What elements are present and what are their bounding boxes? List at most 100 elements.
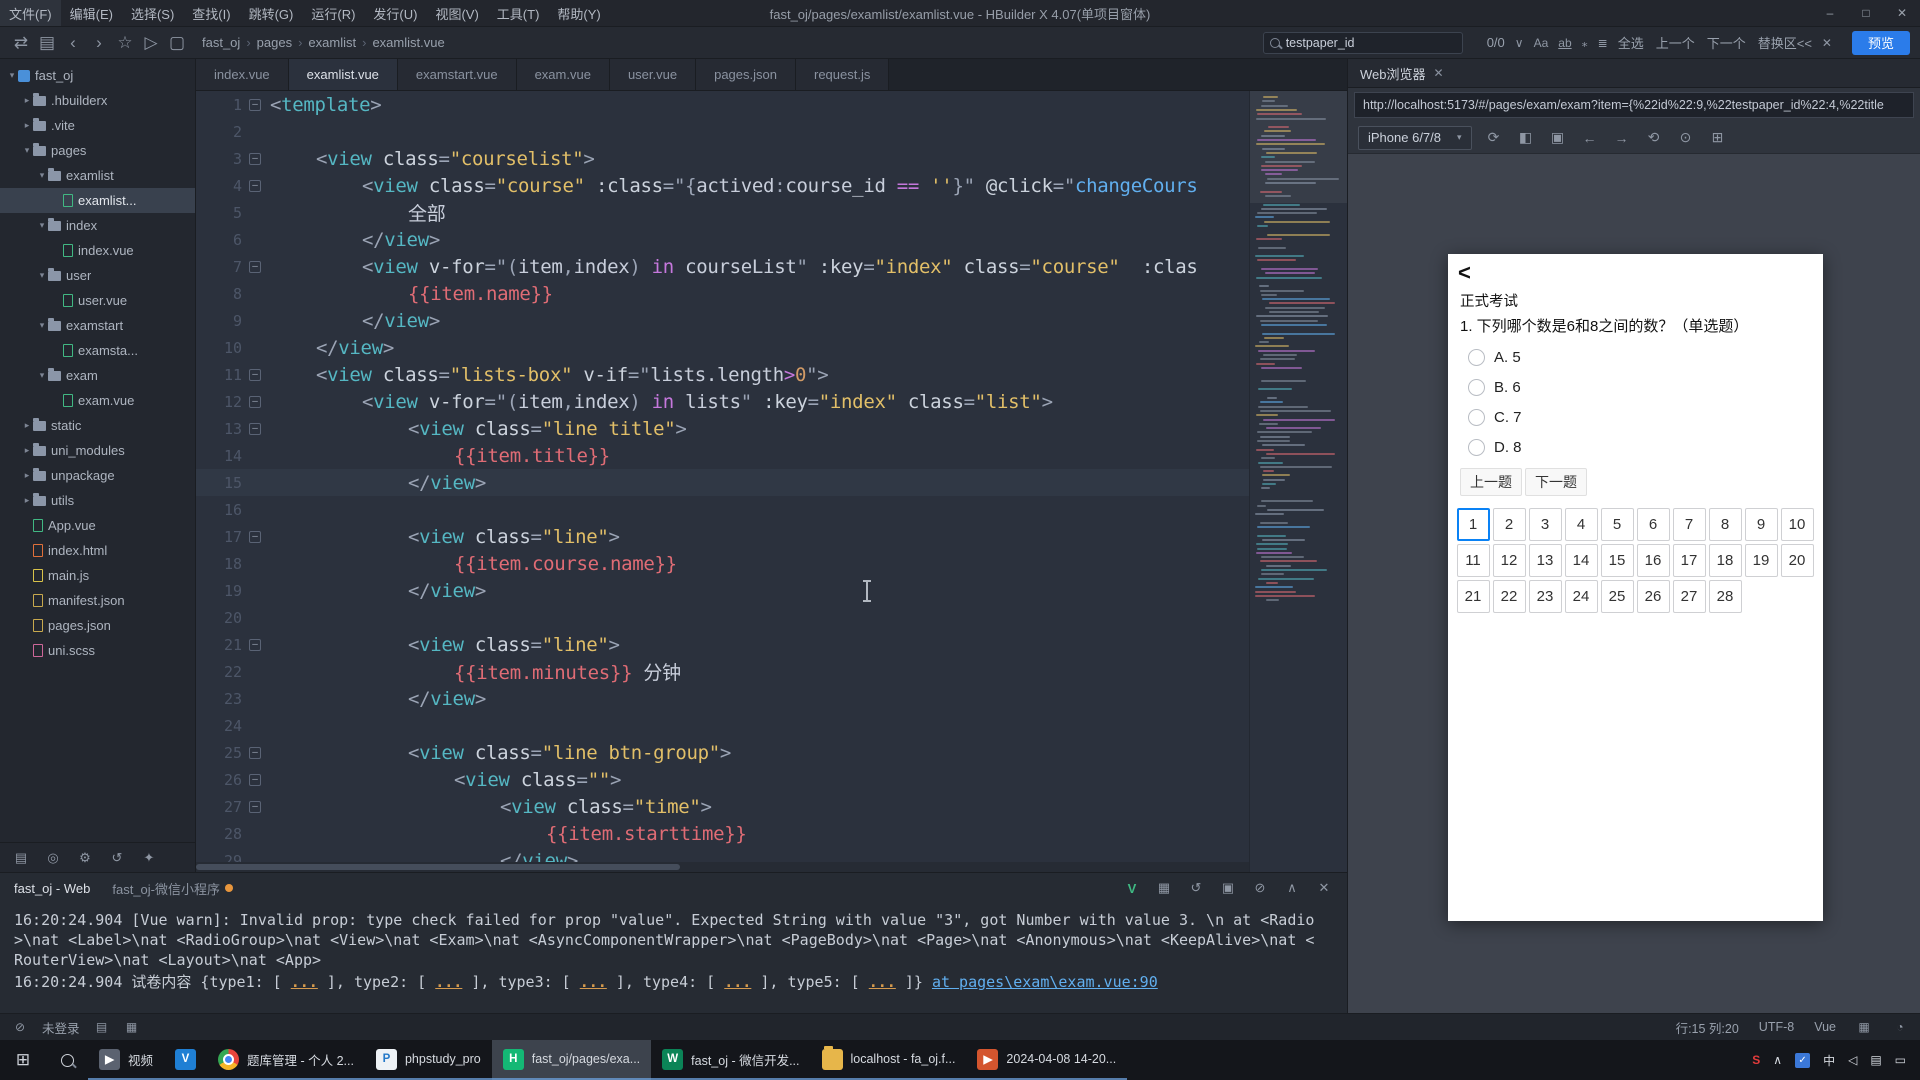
- taskbar-app-button[interactable]: Hfast_oj/pages/exa...: [491, 1040, 652, 1080]
- battery-icon[interactable]: ▭: [1895, 1053, 1906, 1067]
- tree-arrow-icon[interactable]: ▸: [21, 95, 33, 106]
- taskbar-app-button[interactable]: Pphpstudy_pro: [364, 1040, 492, 1080]
- taskbar-app-button[interactable]: ▶ 视频: [88, 1040, 165, 1080]
- console-toggle-icon[interactable]: ▤: [94, 1019, 110, 1035]
- fold-icon[interactable]: –: [249, 179, 261, 192]
- collapse-icon[interactable]: ∧: [1283, 879, 1301, 897]
- breadcrumb-item[interactable]: examlist: [308, 35, 356, 50]
- code-line[interactable]: 26– <view class="">: [196, 766, 1249, 793]
- file-encoding[interactable]: UTF-8: [1759, 1020, 1794, 1034]
- code-line[interactable]: 11– <view class="lists-box" v-if="lists.l…: [196, 361, 1249, 388]
- tree-item[interactable]: user.vue: [0, 288, 195, 313]
- question-number-cell[interactable]: 2: [1492, 507, 1526, 541]
- code-editor[interactable]: 1– <template> 2 3– <view class="courselist">…: [196, 91, 1249, 872]
- prev-question-button[interactable]: 上一题: [1460, 468, 1522, 496]
- question-number-cell[interactable]: 7: [1672, 507, 1706, 541]
- nav-forward-icon[interactable]: ›: [88, 32, 110, 54]
- code-line[interactable]: 2: [196, 118, 1249, 145]
- source-link[interactable]: at pages\exam\exam.vue:90: [932, 973, 1158, 991]
- editor-tab[interactable]: examlist.vue: [288, 59, 398, 90]
- next-question-button[interactable]: 下一题: [1525, 468, 1587, 496]
- devtools-icon[interactable]: ◧: [1516, 128, 1536, 148]
- close-icon[interactable]: ✕: [1884, 0, 1920, 26]
- editor-tab[interactable]: pages.json: [696, 59, 796, 90]
- layout-icon[interactable]: ▦: [124, 1019, 140, 1035]
- question-number-cell[interactable]: 15: [1600, 543, 1634, 577]
- tree-item[interactable]: index.html: [0, 538, 195, 563]
- fold-icon[interactable]: –: [249, 152, 261, 165]
- close-icon[interactable]: ✕: [1315, 879, 1333, 897]
- run-icon[interactable]: ▷: [140, 32, 162, 54]
- tree-arrow-icon[interactable]: ▾: [6, 70, 18, 81]
- tree-arrow-icon[interactable]: ▾: [21, 145, 33, 156]
- project-list-icon[interactable]: ▤: [12, 849, 30, 867]
- breadcrumb-item[interactable]: fast_oj: [202, 35, 240, 50]
- tree-arrow-icon[interactable]: ▾: [36, 320, 48, 331]
- nav-back-icon[interactable]: ‹: [62, 32, 84, 54]
- menubar-item[interactable]: 查找(I): [183, 0, 239, 26]
- question-number-cell[interactable]: 28: [1708, 579, 1742, 613]
- tree-arrow-icon[interactable]: ▾: [36, 220, 48, 231]
- question-number-cell[interactable]: 22: [1492, 579, 1526, 613]
- question-number-cell[interactable]: 13: [1528, 543, 1562, 577]
- code-line[interactable]: 6 </view>: [196, 226, 1249, 253]
- question-number-cell[interactable]: 24: [1564, 579, 1598, 613]
- find-action-button[interactable]: 全选: [1618, 33, 1644, 52]
- tree-item[interactable]: ▸ unpackage: [0, 463, 195, 488]
- regex-icon[interactable]: ⁎: [1582, 36, 1588, 50]
- apps-icon[interactable]: ⊞: [1708, 128, 1728, 148]
- expand-link[interactable]: ...: [435, 973, 462, 991]
- code-line[interactable]: 1– <template>: [196, 91, 1249, 118]
- tree-item[interactable]: ▾ index: [0, 213, 195, 238]
- menubar-item[interactable]: 工具(T): [488, 0, 549, 26]
- file-switch-icon[interactable]: ⇄: [10, 32, 32, 54]
- code-line[interactable]: 24: [196, 712, 1249, 739]
- question-number-cell[interactable]: 14: [1564, 543, 1598, 577]
- find-close-icon[interactable]: ✕: [1822, 36, 1832, 50]
- browser-tab[interactable]: Web浏览器 ✕: [1360, 64, 1444, 83]
- tree-item[interactable]: ▾ examlist: [0, 163, 195, 188]
- tray-expand-icon[interactable]: ∧: [1773, 1053, 1782, 1067]
- question-number-cell[interactable]: 16: [1636, 543, 1670, 577]
- lock-icon[interactable]: ⊙: [1676, 128, 1696, 148]
- bookmark-icon[interactable]: ☆: [114, 32, 136, 54]
- back-icon[interactable]: ←: [1580, 128, 1600, 148]
- split-icon[interactable]: ▦: [1155, 879, 1173, 897]
- chevron-down-icon[interactable]: ∨: [1515, 36, 1524, 50]
- code-line[interactable]: 21– <view class="line">: [196, 631, 1249, 658]
- code-line[interactable]: 16: [196, 496, 1249, 523]
- tree-item[interactable]: ▾ pages: [0, 138, 195, 163]
- tree-item[interactable]: ▸ utils: [0, 488, 195, 513]
- breadcrumb-item[interactable]: pages: [257, 35, 292, 50]
- code-line[interactable]: 23 </view>: [196, 685, 1249, 712]
- code-line[interactable]: 3– <view class="courselist">: [196, 145, 1249, 172]
- tree-arrow-icon[interactable]: ▸: [21, 495, 33, 506]
- file-language[interactable]: Vue: [1814, 1020, 1836, 1034]
- menubar-item[interactable]: 发行(U): [364, 0, 426, 26]
- save-icon[interactable]: ▤: [36, 32, 58, 54]
- tree-arrow-icon[interactable]: ▸: [21, 470, 33, 481]
- question-number-cell[interactable]: 27: [1672, 579, 1706, 613]
- menubar-item[interactable]: 选择(S): [122, 0, 183, 26]
- question-number-cell[interactable]: 26: [1636, 579, 1670, 613]
- question-number-cell[interactable]: 25: [1600, 579, 1634, 613]
- notification-icon[interactable]: ◔: [1892, 1019, 1908, 1035]
- question-number-cell[interactable]: 9: [1744, 507, 1778, 541]
- question-number-cell[interactable]: 5: [1600, 507, 1634, 541]
- question-number-cell[interactable]: 12: [1492, 543, 1526, 577]
- tree-arrow-icon[interactable]: ▾: [36, 170, 48, 181]
- clear-icon[interactable]: ⊘: [1251, 879, 1269, 897]
- question-number-cell[interactable]: 21: [1456, 579, 1490, 613]
- question-number-cell[interactable]: 23: [1528, 579, 1562, 613]
- history-icon[interactable]: ↺: [1187, 879, 1205, 897]
- start-button[interactable]: ⊞: [0, 1040, 46, 1080]
- question-number-cell[interactable]: 8: [1708, 507, 1742, 541]
- breadcrumb-item[interactable]: examlist.vue: [372, 35, 444, 50]
- screenshot-icon[interactable]: ▣: [1548, 128, 1568, 148]
- question-number-cell[interactable]: 20: [1780, 543, 1814, 577]
- code-line[interactable]: 4– <view class="course" :class="{actived:…: [196, 172, 1249, 199]
- option-row[interactable]: A. 5: [1448, 342, 1823, 372]
- fold-icon[interactable]: –: [249, 422, 261, 435]
- fold-icon[interactable]: –: [249, 530, 261, 543]
- fold-icon[interactable]: –: [249, 260, 261, 273]
